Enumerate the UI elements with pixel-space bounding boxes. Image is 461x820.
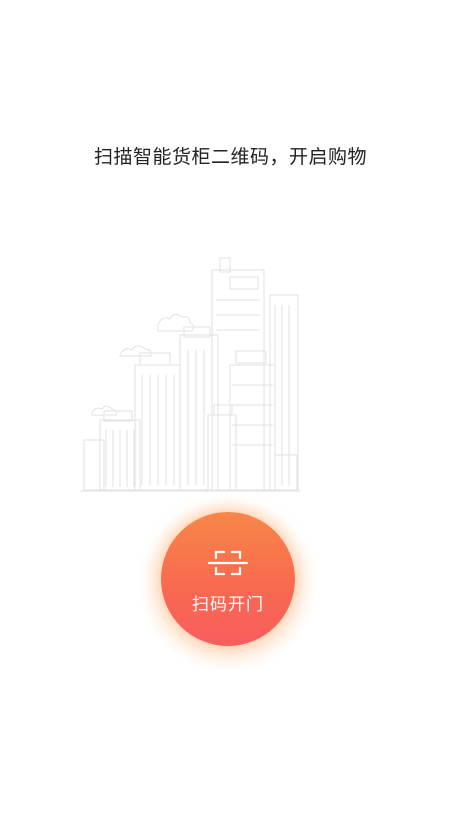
- scan-button-label: 扫码开门: [192, 595, 264, 615]
- scan-to-open-button[interactable]: 扫码开门: [161, 512, 295, 646]
- city-skyline-illustration: [80, 257, 300, 492]
- scan-qr-icon: [208, 550, 248, 576]
- page-headline: 扫描智能货柜二维码，开启购物: [93, 146, 367, 168]
